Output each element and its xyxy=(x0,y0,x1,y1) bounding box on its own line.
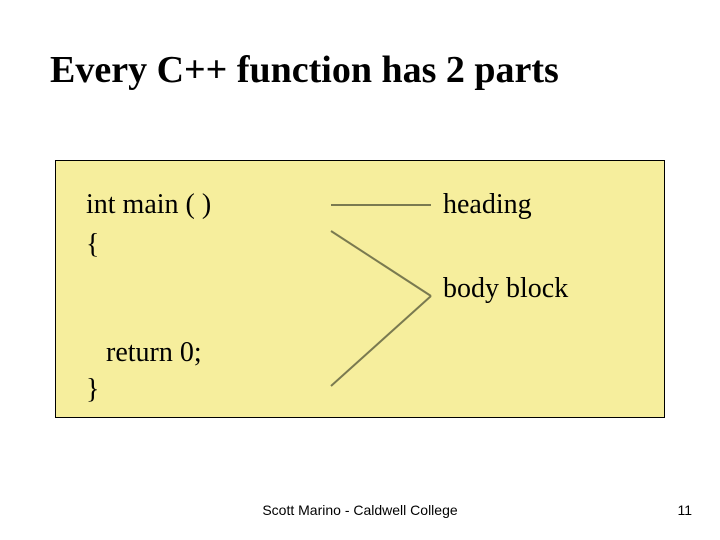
code-line-return: return 0; xyxy=(106,337,202,369)
code-line-close-brace: } xyxy=(86,374,99,406)
label-body-block: body block xyxy=(443,273,568,305)
label-heading: heading xyxy=(443,189,532,221)
code-line-declaration: int main ( ) xyxy=(86,189,211,221)
code-line-open-brace: { xyxy=(86,229,99,261)
code-example-box: int main ( ) { return 0; } heading body … xyxy=(55,160,665,418)
footer-text: Scott Marino - Caldwell College xyxy=(0,502,720,518)
slide-title: Every C++ function has 2 parts xyxy=(50,48,559,92)
page-number: 11 xyxy=(677,502,692,518)
